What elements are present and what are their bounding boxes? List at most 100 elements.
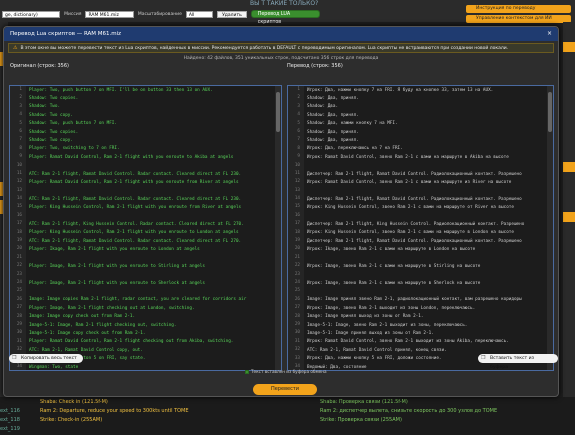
- text-line: 20 Player: Ikage, Ram 2-1 flight with yo…: [10, 245, 281, 254]
- line-text: Player: King Hussein Control, Ram 2-1 fl…: [29, 205, 242, 211]
- text-line: 25: [10, 287, 281, 296]
- copy-all-button[interactable]: ❐ Копировать весь текст: [9, 354, 83, 363]
- line-text: Player: King Hussein Control, Ram 2-1 fl…: [29, 230, 239, 236]
- text-line: 19 ATC: Ram 2-1 flight, Ramat David Cont…: [10, 237, 281, 246]
- text-line: 2 Shadow: Two copies.: [10, 94, 281, 103]
- list-item[interactable]: ext_118 Strike: Check-in (255AM) Strike:…: [0, 417, 575, 424]
- line-text: Shadow: Two.: [29, 104, 61, 110]
- line-number: 30: [288, 329, 304, 338]
- line-number: 20: [288, 245, 304, 254]
- zoom-select[interactable]: All: [185, 10, 214, 18]
- line-text: Игрок: Ramat David Control, звено Ram 2-…: [307, 154, 509, 160]
- line-text: Игрок: Ikage, звено Ram 2-1 с вами на ма…: [307, 247, 476, 253]
- translate-button[interactable]: Перевести: [253, 384, 317, 395]
- line-number: 29: [10, 320, 26, 330]
- vertical-scrollbar[interactable]: [275, 86, 281, 370]
- line-number: 15: [10, 203, 26, 212]
- translate-lua-button[interactable]: Перевод LUA скриптов: [250, 10, 320, 25]
- line-text: Shadow: Два, принял.: [307, 96, 359, 102]
- text-line: 26 Image: Image copies Ram 2-1 flight, r…: [10, 295, 281, 305]
- checkbox-box[interactable]: [245, 369, 249, 374]
- line-text: Игрок: King Hussein Control, звено Ram 2…: [307, 230, 514, 236]
- text-line: 30 Image-5-1: Image принял выход из зоны …: [288, 329, 553, 338]
- translation-text-area[interactable]: 1 Игрок: Два, нажми кнопку 7 на FRI. Я бу…: [287, 85, 554, 371]
- right-tab[interactable]: [563, 42, 575, 52]
- text-line: 4 Shadow: Two copy.: [10, 111, 281, 120]
- text-line: 14 ATC: Ram 2-1 flight, Ramat David Cont…: [10, 195, 281, 204]
- text-line: 19 Диспетчер: Ram 2-1 flight, Ramat David…: [288, 237, 553, 246]
- list-item[interactable]: ext_119: [0, 426, 575, 433]
- paste-button[interactable]: ❐ Вставить текст из буфера: [478, 354, 558, 370]
- text-line: 20 Игрок: Ikage, звено Ram 2-1 с вами на …: [288, 245, 553, 254]
- line-number: 19: [10, 237, 26, 246]
- line-number: 28: [10, 312, 26, 321]
- text-line: 7 Shadow: Two copy.: [10, 136, 281, 145]
- line-text: Игрок: Два, нажми кнопку 7 на FRI. Я буд…: [307, 87, 494, 93]
- line-text: ATC: Ram 2-1, Ramat David Control copy, …: [29, 347, 143, 353]
- warning-text: В этом окне вы можете перевести текст из…: [20, 45, 509, 51]
- line-number: 1: [10, 86, 26, 95]
- line-number: 25: [10, 287, 26, 296]
- line-number: 15: [288, 203, 304, 212]
- text-line: 26 Image: Image принял звено Ram 2-1, рад…: [288, 295, 553, 305]
- line-number: 6: [10, 127, 26, 137]
- text-line: 22 Игрок: Image, звено Ram 2-1 с вами на …: [288, 262, 553, 271]
- line-number: 26: [288, 295, 304, 305]
- line-text: Диспетчер: Ram 2-1 flight, Ramat David C…: [307, 196, 522, 202]
- right-tab[interactable]: [563, 212, 575, 222]
- line-number: 2: [10, 94, 26, 103]
- line-number: 32: [288, 346, 304, 355]
- translation-guide-button[interactable]: Инструкция по переводу: [466, 5, 571, 13]
- line-number: 5: [288, 119, 304, 128]
- text-line: 17 ATC: Ram 2-1 flight, King Hussein Con…: [10, 220, 281, 229]
- line-text: Image-5-1: Image, Ram 2-1 flight checkin…: [29, 322, 177, 328]
- text-line: 7 Shadow: Два, принял.: [288, 136, 553, 145]
- line-text: Диспетчер: Ram 2-1 flight, Ramat David C…: [307, 171, 522, 177]
- pasted-checkbox[interactable]: Текст вставлен из буфера обмена: [245, 369, 327, 374]
- vertical-scrollbar[interactable]: [547, 86, 553, 370]
- line-text: Player: Ramat David Control, Ram 2-1 fli…: [29, 179, 239, 185]
- line-number: 31: [10, 337, 26, 347]
- text-line: 11 Диспетчер: Ram 2-1 flight, Ramat David…: [288, 169, 553, 179]
- line-text: Shadow: Два, принял.: [307, 129, 359, 135]
- ai-context-button[interactable]: Управление контекстом для ИИ: [466, 15, 571, 23]
- mission-select[interactable]: RAM M61.miz: [85, 10, 134, 18]
- line-text: Shadow: Two copies.: [29, 96, 79, 102]
- list-item[interactable]: ext_116 Ram 2: Departure, reduce your sp…: [0, 408, 575, 415]
- filter-input[interactable]: ge, dictionary): [2, 10, 61, 18]
- text-line: 22 Player: Image, Ram 2-1 flight with yo…: [10, 262, 281, 271]
- line-number: 28: [288, 312, 304, 321]
- app-toolbar: ВЫ Т ТАКИЕ ТОЛЬКО? ge, dictionary) Мисси…: [0, 0, 575, 25]
- line-text: Диспетчер: Ram 2-1 flight, King Hussein …: [307, 221, 525, 227]
- text-line: 12 Игрок: Ramat David Control, звено Ram …: [288, 178, 553, 187]
- text-line: 31 Player: Ramat David Control, Ram 2-1 …: [10, 337, 281, 347]
- text-line: 16: [288, 211, 553, 221]
- mission-label: Миссия: [64, 11, 82, 17]
- text-line: 13: [288, 186, 553, 196]
- line-number: 7: [10, 136, 26, 145]
- line-number: 22: [10, 262, 26, 271]
- line-number: 24: [10, 278, 26, 288]
- delete-button[interactable]: Удалить: [217, 10, 247, 18]
- line-text: Player: Ramat David Control, Ram 2-1 fli…: [29, 339, 234, 345]
- right-sidebar: [563, 22, 575, 412]
- paste-icon: ❐: [481, 355, 486, 361]
- translate-lua-button-label: Перевод LUA скриптов: [257, 12, 291, 25]
- text-line: 23: [10, 270, 281, 279]
- line-text: Image: Image copy check out from Ram 2-1…: [29, 314, 136, 320]
- right-tab[interactable]: [563, 162, 575, 172]
- line-text: Игрок: Два, переключаюсь на 7 на FRI.: [307, 146, 403, 152]
- original-text-area[interactable]: 1 Player: Two, push button 7 on MFI. I'l…: [9, 85, 282, 371]
- line-number: 3: [288, 102, 304, 112]
- line-number: 11: [288, 169, 304, 179]
- text-line: 18 Player: King Hussein Control, Ram 2-1…: [10, 228, 281, 238]
- text-line: 28 Image: Image copy check out from Ram …: [10, 312, 281, 321]
- subtitle-list: Shaba: Check in (121.5f-M) Shaba: Провер…: [0, 397, 575, 435]
- line-number: 9: [10, 153, 26, 162]
- close-icon[interactable]: ×: [547, 30, 552, 37]
- dialog-header: Перевод Lua скриптов — RAM M61.miz: [4, 27, 558, 41]
- line-number: 16: [10, 211, 26, 221]
- list-item[interactable]: Shaba: Check in (121.5f-M) Shaba: Провер…: [0, 399, 575, 406]
- line-number: 23: [10, 270, 26, 279]
- line-number: 29: [288, 320, 304, 330]
